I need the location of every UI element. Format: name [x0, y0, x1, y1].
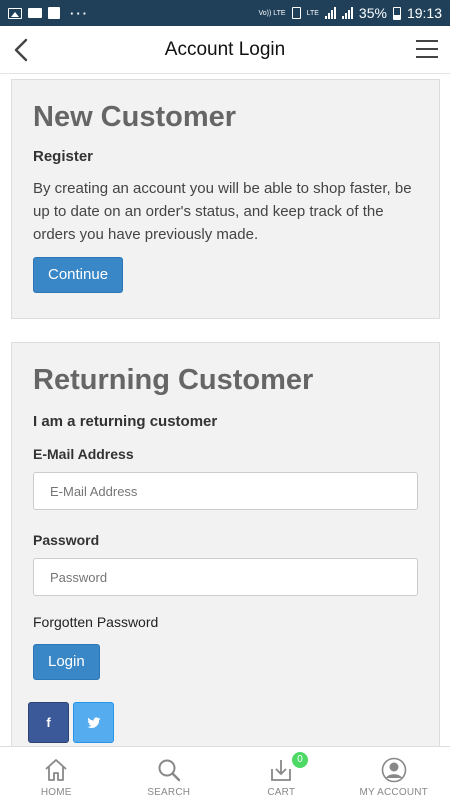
account-icon: [381, 757, 407, 783]
register-description: By creating an account you will be able …: [33, 180, 412, 243]
search-icon: [158, 759, 180, 782]
nav-my-account[interactable]: MY ACCOUNT: [338, 747, 450, 800]
nav-search[interactable]: SEARCH: [113, 747, 226, 800]
page-title: Account Login: [164, 38, 286, 60]
returning-subtitle: I am a returning customer: [33, 413, 218, 430]
nav-cart[interactable]: 0 CART: [225, 747, 338, 800]
signal-2-icon: [341, 7, 353, 19]
hamburger-menu-icon[interactable]: [416, 40, 438, 58]
sim-icon: [291, 7, 301, 19]
nav-home-label: HOME: [40, 787, 72, 798]
nav-cart-label: CART: [267, 787, 296, 798]
new-customer-panel: New Customer Register By creating an acc…: [11, 79, 440, 319]
signal-icon: [324, 7, 336, 19]
volte-indicator: Vo)) LTE: [258, 9, 286, 17]
password-label: Password: [33, 532, 100, 548]
nav-search-label: SEARCH: [147, 787, 191, 798]
more-notifications-icon: ···: [70, 5, 89, 21]
status-bar: ··· Vo)) LTE LTE 35% 19:13: [0, 0, 450, 26]
lte-indicator: LTE: [306, 9, 319, 17]
login-button[interactable]: Login: [33, 644, 100, 680]
social-login-buttons: f t: [28, 702, 114, 743]
cart-download-icon: [271, 760, 292, 781]
battery-percent: 35%: [358, 5, 387, 21]
image-icon: [8, 7, 22, 19]
app-header: Account Login: [0, 26, 450, 74]
status-bar-right: Vo)) LTE LTE 35% 19:13: [258, 5, 442, 21]
new-customer-title: New Customer: [33, 101, 237, 133]
bottom-navigation: HOME SEARCH 0 CART MY ACCOUNT: [0, 746, 450, 800]
email-label: E-Mail Address: [33, 446, 134, 462]
twitter-icon: [86, 716, 100, 728]
news-icon: [28, 8, 42, 18]
returning-customer-title: Returning Customer: [33, 364, 314, 396]
home-icon: [45, 759, 67, 781]
facebook-icon: f: [46, 715, 51, 730]
register-subtitle: Register: [33, 148, 94, 165]
facebook-button[interactable]: f: [28, 702, 69, 743]
continue-button[interactable]: Continue: [33, 257, 124, 293]
nav-home[interactable]: HOME: [0, 747, 113, 800]
cart-count-badge: 0: [292, 752, 308, 768]
flipboard-icon: [48, 7, 60, 19]
status-bar-left: ···: [8, 6, 89, 21]
clock: 19:13: [406, 5, 442, 21]
nav-my-account-label: MY ACCOUNT: [359, 787, 428, 798]
battery-icon: [392, 6, 401, 20]
returning-customer-panel: Returning Customer I am a returning cust…: [11, 342, 440, 762]
email-field[interactable]: [33, 472, 418, 510]
twitter-button[interactable]: t: [73, 702, 114, 743]
forgotten-password-link[interactable]: Forgotten Password: [33, 614, 418, 630]
back-arrow-icon[interactable]: [10, 36, 36, 64]
password-field[interactable]: [33, 558, 418, 596]
